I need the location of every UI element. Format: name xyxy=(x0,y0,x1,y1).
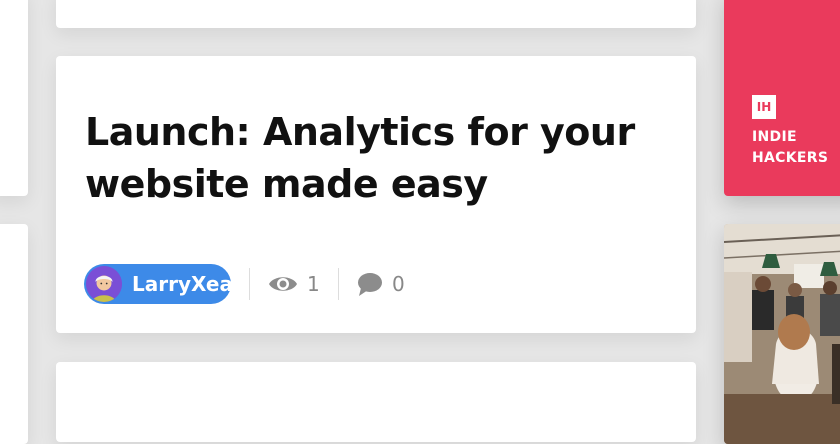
post-card-above[interactable] xyxy=(56,0,696,28)
ih-label-line1: INDIE xyxy=(752,129,797,145)
eye-icon xyxy=(268,270,298,303)
post-title[interactable]: Launch: Analytics for your website made … xyxy=(85,106,665,210)
author-pill[interactable]: LarryXea xyxy=(84,264,233,304)
comments-count: 0 xyxy=(392,272,405,296)
post-card-below[interactable] xyxy=(56,362,696,442)
meta-divider xyxy=(338,268,339,300)
indie-hackers-card[interactable]: IH INDIE HACKERS xyxy=(724,0,840,196)
comment-icon xyxy=(356,270,384,303)
views-count: 1 xyxy=(307,272,320,296)
left-card-bottom[interactable] xyxy=(0,224,28,444)
cafe-photo-card[interactable] xyxy=(724,224,840,444)
avatar xyxy=(86,266,122,302)
cafe-photo xyxy=(724,224,840,444)
meta-divider xyxy=(249,268,250,300)
left-card-top[interactable] xyxy=(0,0,28,196)
post-card[interactable]: Launch: Analytics for your website made … xyxy=(56,56,696,333)
indie-hackers-logo: IH xyxy=(752,95,776,119)
post-meta: LarryXea 1 0 xyxy=(84,264,684,304)
author-name: LarryXea xyxy=(132,272,233,296)
ih-label-line2: HACKERS xyxy=(752,150,829,166)
